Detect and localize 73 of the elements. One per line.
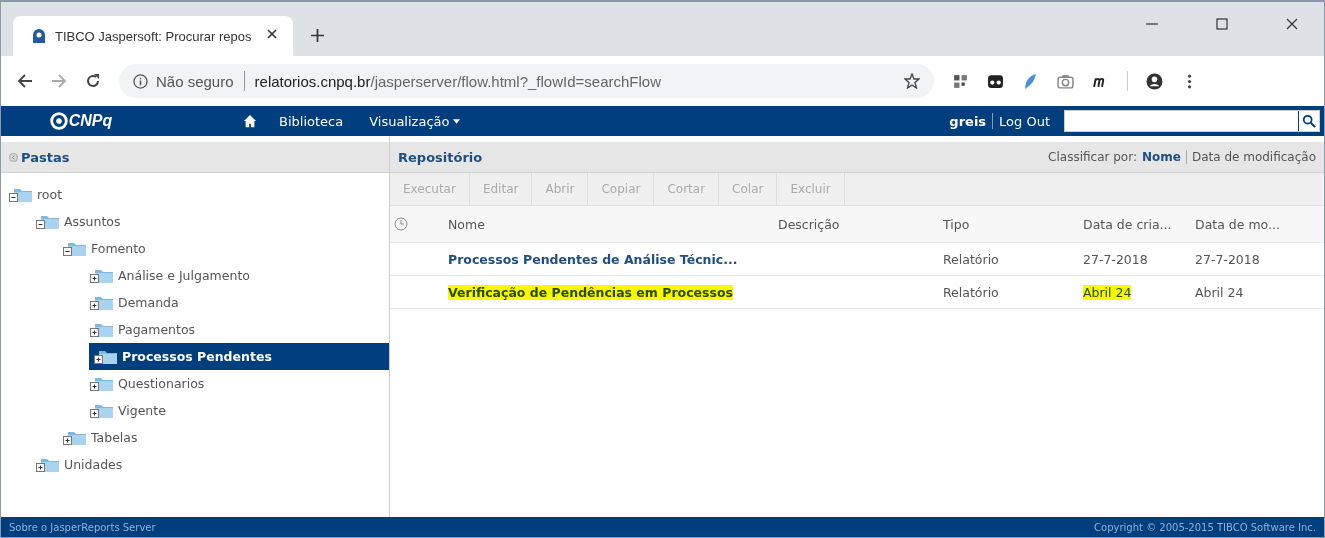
tree-item[interactable]: Assuntos [1,208,389,235]
feather-icon[interactable] [1022,72,1039,90]
camera-icon[interactable] [1057,72,1074,90]
sort-label: Classificar por: [1048,150,1137,164]
home-icon[interactable] [243,114,257,128]
clock-icon [394,217,408,231]
expand-folder-icon[interactable] [94,348,118,365]
column-header[interactable]: Nome [448,216,485,232]
panel-title: Repositório [398,149,483,165]
column-header[interactable]: Tipo [943,216,970,232]
url-text: relatorios.cnpq.br/jasperserver/flow.html?_flowId=searchFlow [254,72,661,90]
tree-item[interactable]: Fomento [1,235,389,262]
close-icon[interactable] [1286,18,1298,30]
profile-icon[interactable] [1146,72,1163,90]
expand-folder-icon[interactable] [90,321,114,338]
report-link[interactable]: Verificação de Pendências em Processos [448,284,733,300]
report-link[interactable]: Processos Pendentes de Análise Técnic... [448,251,738,267]
collapse-folder-icon[interactable] [9,186,33,203]
search-field[interactable] [1064,110,1320,132]
column-header[interactable]: Descrição [778,216,840,232]
star-icon[interactable] [904,73,920,89]
menu-item[interactable]: Biblioteca [279,113,344,129]
tree-item[interactable]: root [1,181,389,208]
table-cell: Relatório [943,251,999,267]
table-cell: 27-7-2018 [1195,251,1260,267]
collapse-folder-icon[interactable] [36,213,60,230]
tree-item[interactable]: Questionarios [1,370,389,397]
sort-option[interactable]: Nome [1142,150,1181,164]
tree-item[interactable]: Demanda [1,289,389,316]
tree-item[interactable]: Processos Pendentes [89,343,389,370]
user-name[interactable]: greis [949,113,987,129]
collapse-icon[interactable] [9,152,18,162]
column-header[interactable]: Data de mo... [1195,216,1280,232]
maximize-icon[interactable] [1216,18,1228,30]
expand-folder-icon[interactable] [90,267,114,284]
copyright-text: Copyright © 2005-2015 TIBCO Software Inc. [1094,521,1316,533]
tree-item[interactable]: Vigente [1,397,389,424]
logo-text: CNPq [68,112,113,130]
expand-folder-icon[interactable] [90,375,114,392]
menu-item[interactable]: Visualização [369,113,461,129]
expand-folder-icon[interactable] [63,429,87,446]
expand-folder-icon[interactable] [90,294,114,311]
expand-folder-icon[interactable] [36,456,60,473]
about-link[interactable]: Sobre o JasperReports Server [9,521,156,533]
sort-option[interactable]: Data de modificação [1191,150,1316,164]
collapse-folder-icon[interactable] [63,240,87,257]
panel-title: Pastas [21,149,70,165]
table-cell: Abril 24 [1195,284,1244,300]
table-cell: Relatório [943,284,999,300]
logo-icon [49,112,68,130]
logout-link[interactable]: Log Out [999,113,1050,129]
expand-folder-icon[interactable] [90,402,114,419]
back-icon[interactable] [17,73,33,89]
browser-tab[interactable]: TIBCO Jaspersoft: Procurar repos [13,16,293,56]
tab-title: TIBCO Jaspersoft: Procurar repos [55,28,253,44]
app-icon [31,28,47,44]
reload-icon[interactable] [85,73,101,89]
tree-item[interactable]: Tabelas [1,424,389,451]
caret-icon [453,118,461,124]
tree-item[interactable]: Pagamentos [1,316,389,343]
qr-code-icon[interactable] [952,72,969,90]
forward-icon[interactable] [51,73,67,89]
table-cell: 27-7-2018 [1083,251,1148,267]
security-label: Não seguro [156,72,234,90]
search-icon[interactable] [1298,111,1319,131]
address-field[interactable]: Não seguro relatorios.cnpq.br/jasperserver/flow.html?_flowId=searchFlow [119,64,934,98]
table-cell: Abril 24 [1083,284,1132,300]
extension-icon[interactable] [987,72,1004,90]
tree-item[interactable]: Análise e Julgamento [1,262,389,289]
new-tab-icon[interactable] [311,29,324,42]
info-icon [133,73,148,89]
tree-item[interactable]: Unidades [1,451,389,478]
column-header[interactable]: Data de cria... [1083,216,1172,232]
